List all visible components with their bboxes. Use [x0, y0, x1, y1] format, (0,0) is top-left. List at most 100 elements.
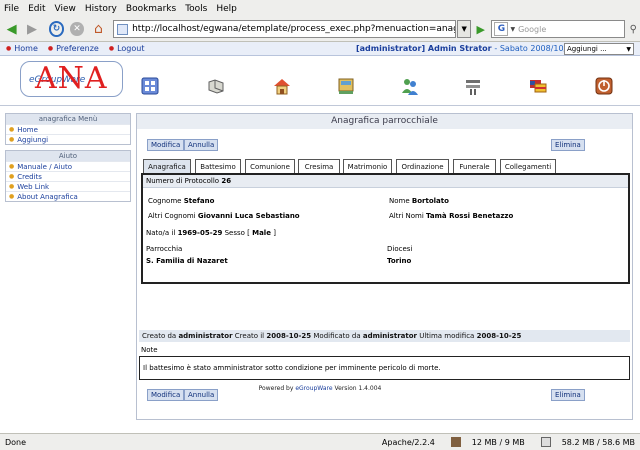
menu-bookmarks[interactable]: Bookmarks — [126, 4, 176, 14]
nome-value: Bortolato — [411, 197, 449, 205]
browser-statusbar: Done Apache/2.2.4 12 MB / 9 MB 58.2 MB /… — [0, 433, 640, 450]
altri-cognomi-value: Giovanni Luca Sebastiano — [197, 212, 300, 220]
server-status: Apache/2.2.4 — [381, 437, 435, 447]
logout-icon[interactable] — [594, 76, 614, 96]
header-divider — [0, 105, 640, 106]
home-icon[interactable]: ⌂ — [90, 20, 107, 38]
protocol-number: 26 — [221, 177, 232, 185]
memory-total-status: 58.2 MB / 58.6 MB — [533, 437, 635, 447]
menu-view[interactable]: View — [55, 4, 76, 14]
bullet-icon: ● — [9, 125, 15, 133]
sidebar-menu-box: anagrafica Menù ● Home ● Aggiungi — [5, 113, 131, 145]
page-title: Anagrafica parrocchiale — [137, 114, 632, 129]
menu-history[interactable]: History — [85, 4, 117, 14]
topbar-preferences-link[interactable]: ● Preferenze — [48, 44, 99, 53]
browser-menubar: File Edit View History Bookmarks Tools H… — [0, 0, 640, 17]
diocesi-label: Diocesi — [387, 245, 413, 253]
egw-topbar: ● Home ● Preferenze ● Logout [administrator… — [0, 42, 640, 56]
sidebar-item-aggiungi[interactable]: ● Aggiungi — [6, 134, 130, 144]
bullet-icon: ● — [6, 45, 12, 52]
menu-help[interactable]: Help — [216, 4, 237, 14]
altri-cognomi-field: Altri Cognomi Giovanni Luca Sebastiano — [148, 212, 300, 220]
tab-funerale[interactable]: Funerale — [453, 159, 496, 174]
search-input[interactable]: G ▼ Google — [491, 20, 625, 38]
menu-edit[interactable]: Edit — [28, 4, 45, 14]
note-text: Il battesimo è stato amministrator sotto… — [143, 364, 441, 372]
record-panel: Anagrafica parrocchiale Modifica Annulla… — [136, 113, 633, 420]
menu-file[interactable]: File — [4, 4, 19, 14]
altri-nomi-value: Tamà Rossi Benetazzo — [426, 212, 514, 220]
sex-value: Male — [252, 229, 271, 237]
sidebar-item-home[interactable]: ● Home — [6, 124, 130, 134]
chip-icon — [450, 437, 461, 447]
status-right: Apache/2.2.4 12 MB / 9 MB 58.2 MB / 58.6… — [366, 437, 635, 447]
bullet-icon: ● — [9, 162, 15, 170]
go-icon[interactable]: ▶ — [474, 20, 488, 38]
note-label: Note — [141, 346, 158, 354]
language-icon[interactable] — [528, 76, 548, 96]
search-engine-dropdown-icon[interactable]: ▼ — [510, 26, 515, 33]
cognome-field: Cognome Stefano — [148, 197, 215, 205]
bullet-icon: ● — [47, 45, 54, 52]
parrocchia-label: Parrocchia — [146, 245, 183, 253]
current-user: [administrator] Admin Strator - Sabato 2… — [356, 44, 577, 53]
powered-by-footer: Powered by eGroupWare Version 1.4.004 — [258, 385, 382, 392]
topbar-logout-link[interactable]: ● Logout — [109, 44, 145, 53]
settings-icon[interactable] — [463, 76, 483, 96]
page-content: ● Home ● Preferenze ● Logout [administrator… — [0, 42, 640, 433]
chevron-down-icon: ▼ — [626, 45, 631, 53]
tab-collegamenti[interactable]: Collegamenti — [500, 159, 556, 174]
google-icon: G — [494, 22, 509, 36]
status-text: Done — [5, 437, 27, 447]
parrocchia-value: S. Familia di Nazaret — [146, 257, 228, 265]
stop-icon[interactable]: ✕ — [70, 22, 84, 36]
tab-ordinazione[interactable]: Ordinazione — [396, 159, 449, 174]
sidebar-help-box: Aiuto ● Manuale / Aiuto ● Credits ● Web Lin… — [5, 150, 131, 202]
tab-matrimonio[interactable]: Matrimonio — [343, 159, 392, 174]
bullet-icon: ● — [108, 45, 115, 52]
monitor-icon — [540, 437, 551, 447]
birth-sex-field: Nato/a il 1969-05-29 Sesso [ Male ] — [146, 229, 276, 237]
menu-tools[interactable]: Tools — [185, 4, 207, 14]
sidebar-help-title: Aiuto — [6, 151, 130, 161]
memory-status: 12 MB / 9 MB — [443, 437, 525, 447]
app-icon-bar — [140, 76, 630, 98]
users-icon[interactable] — [400, 76, 420, 96]
page-favicon — [117, 23, 129, 35]
logo-big-text: ANA — [35, 61, 108, 96]
tab-anagrafica[interactable]: Anagrafica — [143, 159, 191, 174]
reload-icon[interactable]: ↻ — [48, 21, 65, 37]
grid-app-icon[interactable] — [140, 76, 160, 96]
sidebar-item-about[interactable]: ● About Anagrafica — [6, 191, 130, 201]
bullet-icon: ● — [9, 135, 15, 143]
sidebar-item-manual[interactable]: ● Manuale / Aiuto — [6, 161, 130, 171]
diocesi-value: Torino — [387, 257, 412, 265]
egroupware-link[interactable]: eGroupWare — [295, 385, 332, 392]
search-icon[interactable]: ⚲ — [627, 20, 640, 38]
nome-field: Nome Bortolato — [389, 197, 449, 205]
address-bar[interactable]: http://localhost/egwana/etemplate/proces… — [113, 20, 457, 38]
forward-arrow-icon[interactable]: ▶ — [23, 20, 40, 38]
filemanager-icon[interactable] — [336, 76, 356, 96]
bullet-icon: ● — [9, 182, 15, 190]
tab-comunione[interactable]: Comunione — [245, 159, 295, 174]
back-arrow-icon[interactable]: ◀ — [3, 20, 20, 38]
birth-date-value: 1969-05-29 — [177, 229, 223, 237]
protocol-number-row: Numero di Protocollo 26 — [143, 175, 628, 188]
delete-button-top[interactable]: Elimina — [551, 139, 585, 151]
add-select[interactable]: Aggiungi ... ▼ — [564, 43, 634, 55]
home-app-icon[interactable] — [272, 76, 292, 96]
url-dropdown-icon[interactable]: ▼ — [457, 20, 471, 38]
sidebar-item-credits[interactable]: ● Credits — [6, 171, 130, 181]
url-text: http://localhost/egwana/etemplate/proces… — [132, 24, 455, 34]
record-metadata-row: Creato da administrator Creato il 2008-1… — [139, 330, 630, 342]
folder-icon[interactable] — [206, 76, 226, 96]
note-field[interactable]: Il battesimo è stato amministrator sotto… — [139, 356, 630, 380]
sidebar-item-weblink[interactable]: ● Web Link — [6, 181, 130, 191]
topbar-home-link[interactable]: ● Home — [6, 44, 38, 53]
app-logo: eGroupWare ANA — [20, 61, 123, 97]
cancel-button-top[interactable]: Annulla — [184, 139, 219, 151]
modify-button-top[interactable]: Modifica — [147, 139, 185, 151]
tab-cresima[interactable]: Cresima — [298, 159, 340, 174]
tab-battesimo[interactable]: Battesimo — [195, 159, 241, 174]
